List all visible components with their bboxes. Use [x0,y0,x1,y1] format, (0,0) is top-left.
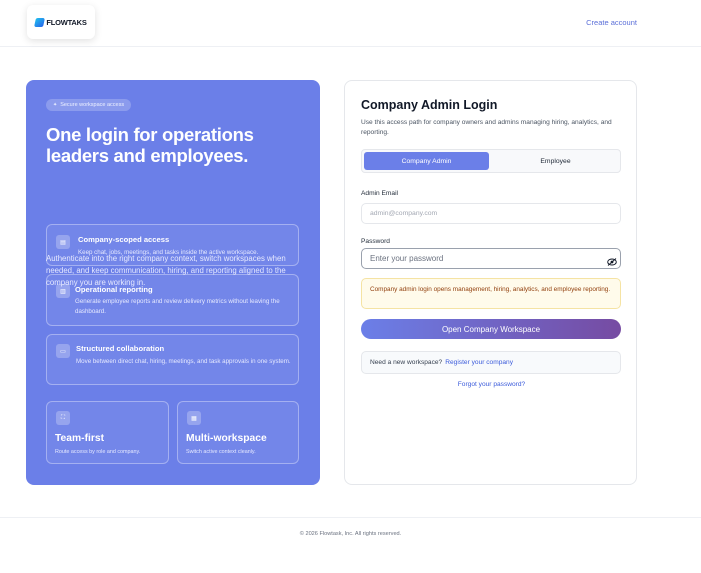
shield-icon: ✦ [53,102,58,108]
stat-card: ▦ Multi-workspace Switch active context … [177,401,299,464]
copyright-text: © 2026 Flowtask, Inc. All rights reserve… [299,531,402,537]
stat-card: ⛶ Team-first Route access by role and co… [46,401,169,464]
register-prompt: Need a new workspace? [370,359,443,366]
stat-description: Route access by role and company. [55,449,141,455]
email-field[interactable] [361,203,621,224]
feature-description: Generate employee reports and review del… [75,298,280,315]
stat-title: Team-first [55,433,105,444]
top-bar: FLOWTAKS Create account [0,0,701,47]
footer: © 2026 Flowtask, Inc. All rights reserve… [0,517,701,573]
create-account-link[interactable]: Create account [586,18,637,27]
chat-icon: ▭ [56,344,70,358]
secure-access-badge: ✦ Secure workspace access [46,99,132,111]
report-icon: ▥ [56,284,70,298]
password-label: Password [361,238,390,245]
login-description: Use this access path for company owners … [361,119,612,136]
password-field[interactable] [361,248,621,269]
feature-title: Operational reporting [75,285,153,294]
login-title: Company Admin Login [361,98,498,112]
hero-title: One login for operations leaders and emp… [46,124,254,166]
feature-title: Company-scoped access [78,235,170,244]
building-icon: ▦ [187,411,201,425]
open-workspace-button[interactable]: Open Company Workspace [361,319,621,339]
feature-card: ▤ Company-scoped access Keep chat, jobs,… [46,224,299,266]
hero-panel: ✦ Secure workspace access One login for … [26,80,320,485]
logo-icon [34,17,46,27]
register-box: Need a new workspace? Register your comp… [361,351,621,374]
feature-card: ▥ Operational reporting Generate employe… [46,274,299,326]
stat-description: Switch active context cleanly. [186,449,256,455]
feature-card: ▭ Structured collaboration Move between … [46,334,299,385]
feature-description: Keep chat, jobs, meetings, and tasks ins… [78,249,259,256]
logo-text: FLOWTAKS [46,17,87,27]
stat-title: Multi-workspace [186,433,267,444]
logo[interactable]: FLOWTAKS [27,5,95,39]
login-panel: Company Admin Login Use this access path… [344,80,637,485]
tab-company-admin[interactable]: Company Admin [364,152,489,170]
badge-label: Secure workspace access [60,102,125,108]
role-tabs: Company Admin Employee [361,149,621,173]
users-icon: ⛶ [56,411,70,425]
feature-description: Move between direct chat, hiring, meetin… [76,358,291,365]
show-password-icon[interactable] [607,257,617,267]
forgot-password-link[interactable]: Forgot your password? [345,381,638,388]
email-label: Admin Email [361,190,399,197]
document-icon: ▤ [56,235,70,249]
tab-employee[interactable]: Employee [493,152,618,170]
admin-notice: Company admin login opens management, hi… [361,278,621,309]
feature-title: Structured collaboration [76,344,165,353]
register-company-link[interactable]: Register your company [445,359,513,366]
